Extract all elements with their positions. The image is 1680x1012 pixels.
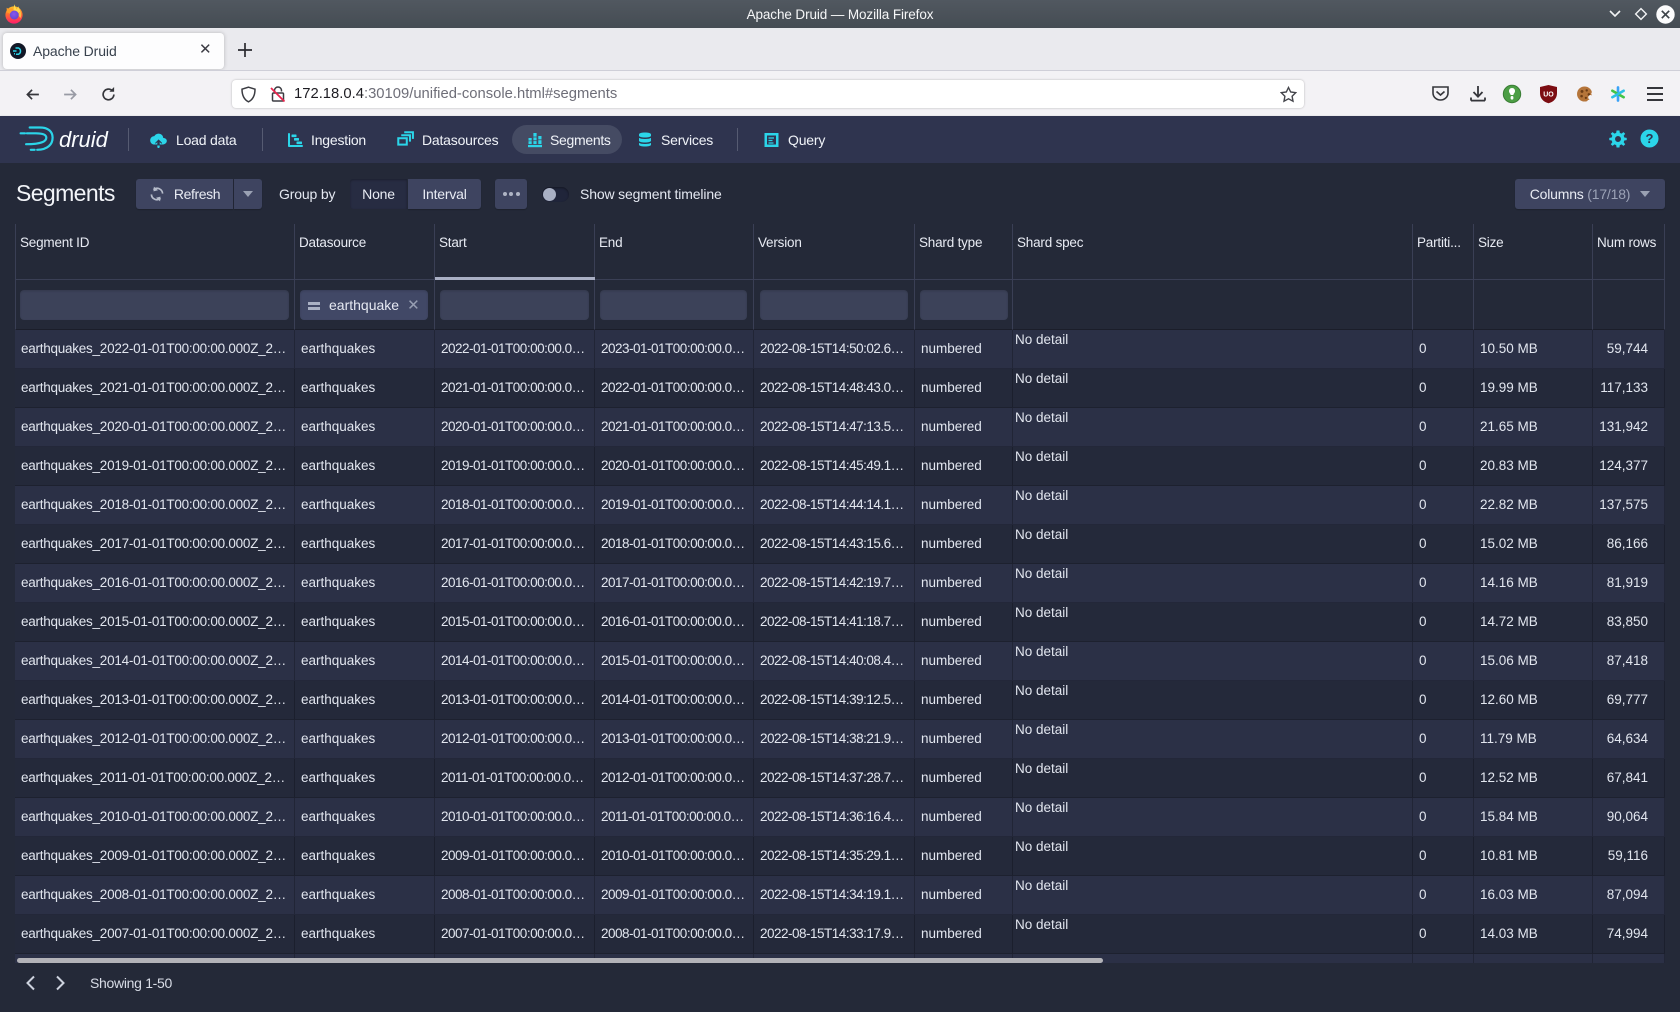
svg-text:?: ? bbox=[1646, 131, 1654, 146]
svg-text:UO: UO bbox=[1543, 92, 1554, 99]
